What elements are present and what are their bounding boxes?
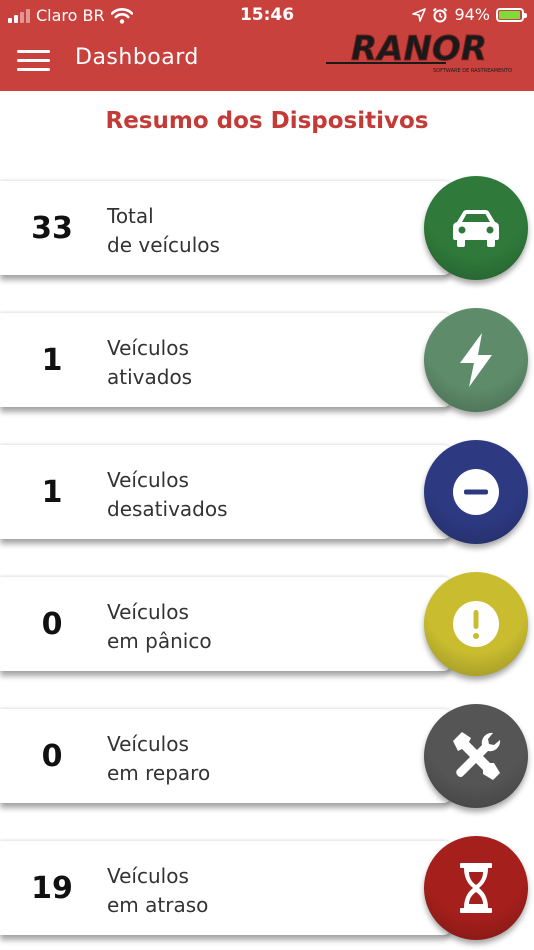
card-count: 19 xyxy=(31,870,73,906)
card-deactivated-vehicles[interactable]: 1 Veículos desativados xyxy=(0,445,450,539)
circle-panic-vehicles[interactable] xyxy=(424,572,528,676)
card-label-line1: Veículos xyxy=(107,336,189,360)
battery-percent: 94% xyxy=(454,5,490,24)
card-delayed-vehicles[interactable]: 19 Veículos em atraso xyxy=(0,841,450,935)
tools-icon xyxy=(453,732,501,780)
card-label-line2: em reparo xyxy=(107,761,211,785)
ranor-logo: RANOR SOFTWARE DE RASTREAMENTO xyxy=(326,32,512,74)
circle-repair-vehicles[interactable] xyxy=(424,704,528,808)
alarm-icon xyxy=(433,7,448,22)
circle-activated-vehicles[interactable] xyxy=(424,308,528,412)
card-count: 1 xyxy=(41,342,63,378)
location-arrow-icon xyxy=(412,7,427,22)
card-label: Veículos desativados xyxy=(107,466,228,524)
card-count: 0 xyxy=(41,606,63,642)
card-label: Veículos ativados xyxy=(107,334,192,392)
card-count: 1 xyxy=(41,474,63,510)
battery-fill xyxy=(499,10,520,19)
card-label-line2: desativados xyxy=(107,497,228,521)
lightning-icon xyxy=(460,333,492,387)
app-header: Claro BR 15:46 94% Dashboard RANOR SOFTW… xyxy=(0,0,534,91)
alert-icon xyxy=(453,601,499,647)
card-label: Veículos em reparo xyxy=(107,730,210,788)
card-activated-vehicles[interactable]: 1 Veículos ativados xyxy=(0,313,450,407)
card-label-line1: Veículos xyxy=(107,468,189,492)
card-count: 0 xyxy=(41,738,63,774)
card-count: 33 xyxy=(31,210,73,246)
card-label: Veículos em pânico xyxy=(107,598,212,656)
circle-total-vehicles[interactable] xyxy=(424,176,528,280)
section-title: Resumo dos Dispositivos xyxy=(105,108,429,134)
card-label: Veículos em atraso xyxy=(107,862,208,920)
card-total-vehicles[interactable]: 33 Total de veículos xyxy=(0,181,450,275)
card-repair-vehicles[interactable]: 0 Veículos em reparo xyxy=(0,709,450,803)
card-label-line1: Veículos xyxy=(107,732,189,756)
card-label: Total de veículos xyxy=(107,202,220,260)
card-label-line2: ativados xyxy=(107,365,193,389)
card-label-line2: em pânico xyxy=(107,629,212,653)
minus-circle-icon xyxy=(453,469,499,515)
circle-deactivated-vehicles[interactable] xyxy=(424,440,528,544)
card-label-line1: Total xyxy=(107,204,154,228)
car-icon xyxy=(453,210,499,247)
circle-delayed-vehicles[interactable] xyxy=(424,836,528,940)
logo-tagline: SOFTWARE DE RASTREAMENTO xyxy=(433,68,512,74)
battery-icon xyxy=(496,7,527,22)
card-label-line2: de veículos xyxy=(107,233,220,257)
hourglass-icon xyxy=(460,863,492,913)
status-bar: Claro BR 15:46 94% xyxy=(0,0,534,32)
card-label-line2: em atraso xyxy=(107,893,209,917)
card-label-line1: Veículos xyxy=(107,600,189,624)
card-panic-vehicles[interactable]: 0 Veículos em pânico xyxy=(0,577,450,671)
status-right: 94% xyxy=(412,5,527,24)
card-label-line1: Veículos xyxy=(107,864,189,888)
menu-button[interactable] xyxy=(17,50,50,72)
page-title: Dashboard xyxy=(75,45,199,70)
